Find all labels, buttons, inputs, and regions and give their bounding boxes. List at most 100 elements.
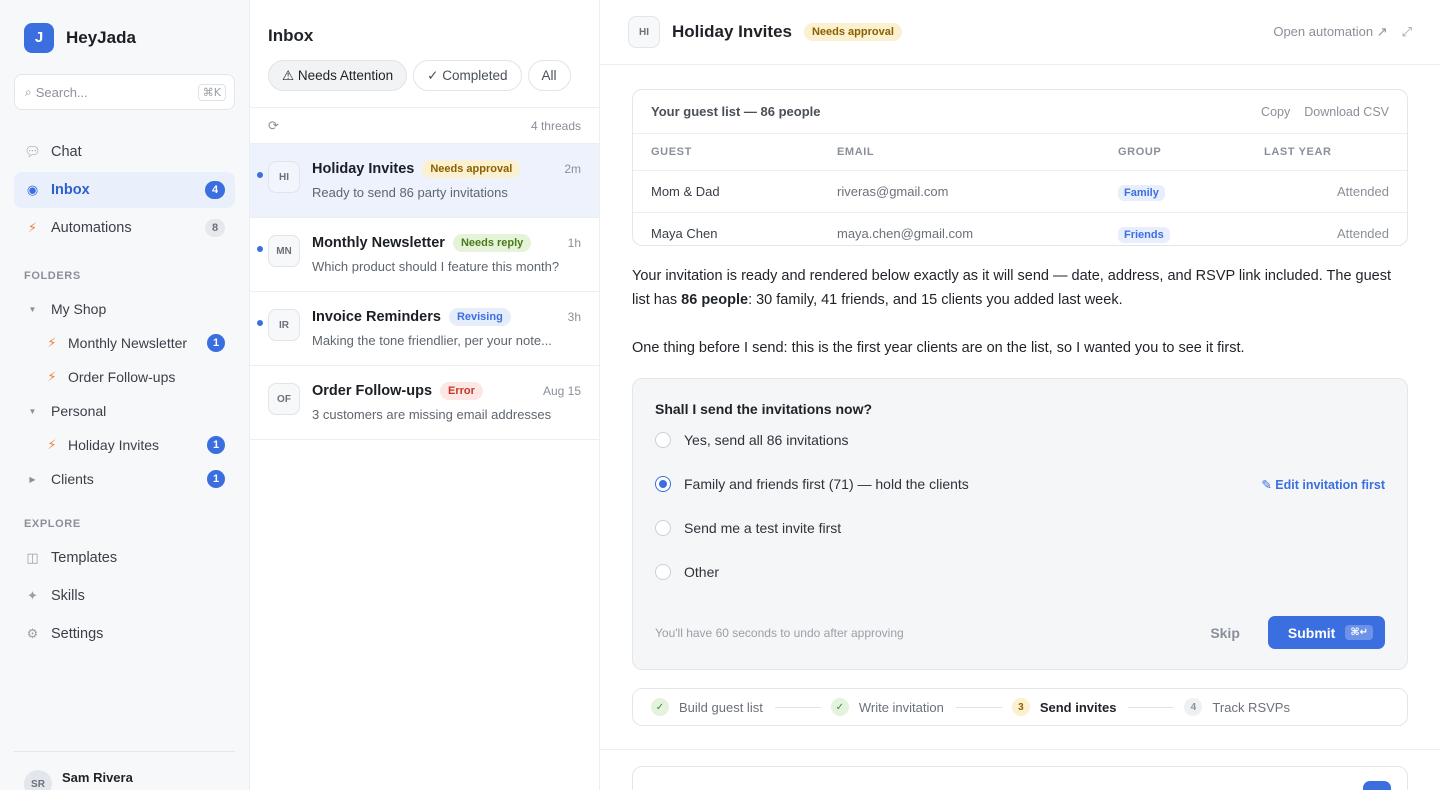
folder-item-holiday-invites[interactable]: ⚡︎ Holiday Invites 1 (14, 428, 235, 462)
header-avatar: HI (628, 16, 660, 48)
step-label: Track RSVPs (1212, 699, 1290, 715)
unread-badge: 1 (207, 470, 225, 488)
step-label: Write invitation (858, 699, 944, 715)
thread-avatar: MN (268, 235, 300, 267)
sparkle-icon: ✦ (27, 588, 38, 603)
option-label: Yes, send all 86 invitations (684, 432, 849, 448)
nav-item-label: Inbox (51, 182, 90, 198)
inbox-title: Inbox (268, 26, 314, 45)
radio-button[interactable] (655, 520, 671, 536)
thread-time: Aug 15 (542, 384, 581, 398)
skip-button[interactable]: Skip (1210, 625, 1240, 641)
nav-item-label: Settings (51, 626, 104, 642)
thread-name: Holiday Invites (312, 161, 415, 177)
message-composer[interactable]: ↑ (632, 766, 1408, 790)
radio-button[interactable] (655, 564, 671, 580)
inbox-icon: ◉ (26, 182, 39, 197)
guest-table: GUEST EMAIL GROUP LAST YEAR Mom & Dad ri… (633, 134, 1407, 245)
thread-preview: Making the tone friendlier, per your not… (312, 333, 552, 348)
folder-item-order-followups[interactable]: ⚡︎ Order Follow-ups (14, 360, 235, 394)
thread-name: Monthly Newsletter (312, 235, 445, 251)
copy-button[interactable]: Copy (1261, 105, 1290, 119)
user-name: Sam Rivera (62, 769, 133, 785)
edit-invitation-link[interactable]: ✎ Edit invitation first (1261, 477, 1385, 492)
thread-avatar: IR (268, 309, 300, 341)
filter-completed[interactable]: ✓ Completed (413, 60, 522, 91)
nav-item-skills[interactable]: ✦ Skills (14, 578, 235, 614)
folder-personal[interactable]: ▼ Personal (14, 394, 235, 428)
radio-button[interactable] (655, 432, 671, 448)
nav-item-chat[interactable]: 💬︎ Chat (14, 134, 235, 170)
column-header: LAST YEAR (1246, 134, 1407, 171)
undo-note: You'll have 60 seconds to undo after app… (655, 625, 904, 640)
search-shortcut: ⌘K (197, 83, 226, 101)
nav-item-label: Templates (51, 550, 118, 566)
expand-icon[interactable]: ⤢ (1402, 24, 1412, 40)
refresh-icon[interactable]: ⟳ (268, 118, 279, 134)
folder-item-monthly-newsletter[interactable]: ⚡︎ Monthly Newsletter 1 (14, 326, 235, 360)
send-arrow-icon[interactable]: ↑ (1363, 781, 1391, 790)
radio-button-selected[interactable] (655, 476, 671, 492)
message-bold: 86 people (681, 292, 749, 308)
search-icon: ⌕ (25, 84, 32, 99)
caret-right-icon[interactable]: ▶ (24, 475, 41, 484)
unread-badge: 1 (207, 436, 225, 454)
message-text: : 30 family, 41 friends, and 15 clients … (748, 292, 1123, 308)
status-badge: Needs reply (452, 234, 532, 252)
folder-item-label: Holiday Invites (68, 437, 160, 453)
thread-invoice-reminders[interactable]: IR Invoice Reminders Revising 3h Making … (250, 292, 599, 366)
step-number: 3 (1011, 698, 1030, 716)
folder-label: My Shop (51, 301, 107, 317)
question-title: Shall I send the invitations now? (655, 401, 873, 417)
message-text: One thing before I send: this is the fir… (632, 340, 1245, 356)
submit-button[interactable]: Submit ⌘↵ (1267, 616, 1385, 649)
step-number: 4 (1184, 698, 1203, 716)
bolt-icon: ⚡︎ (47, 437, 57, 452)
column-header: EMAIL (819, 134, 1100, 171)
conversation-panel: HI Holiday Invites Needs approval Open a… (600, 0, 1440, 790)
option-test-invite[interactable]: Send me a test invite first (655, 507, 1385, 549)
explore-heading: EXPLORE (24, 518, 81, 530)
nav-item-settings[interactable]: ⚙︎ Settings (14, 616, 235, 652)
filter-needs-attention[interactable]: ⚠ Needs Attention (268, 60, 408, 91)
submit-shortcut: ⌘↵ (1345, 625, 1373, 640)
caret-down-icon[interactable]: ▼ (24, 407, 41, 416)
download-csv-button[interactable]: Download CSV (1304, 105, 1389, 119)
inbox-count-badge: 4 (205, 181, 225, 199)
table-row: Mom & Dad riveras@gmail.com Family Atten… (633, 170, 1407, 213)
option-other[interactable]: Other (655, 551, 1385, 593)
bolt-icon: ⚡︎ (47, 335, 57, 350)
unread-badge: 1 (207, 334, 225, 352)
option-family-friends-first[interactable]: Family and friends first (71) — hold the… (655, 463, 1385, 505)
guest-name: Mom & Dad (633, 170, 819, 213)
thread-holiday-invites[interactable]: HI Holiday Invites Needs approval 2m Rea… (250, 144, 599, 218)
folder-my-shop[interactable]: ▼ My Shop (14, 292, 235, 326)
step-track-rsvps: 4 Track RSVPs (1184, 698, 1290, 716)
nav-item-templates[interactable]: ◫ Templates (14, 540, 235, 576)
folder-clients[interactable]: ▶ Clients 1 (14, 462, 235, 496)
search-input[interactable] (35, 84, 194, 100)
nav-item-inbox[interactable]: ◉ Inbox 4 (14, 172, 235, 208)
gear-icon: ⚙︎ (26, 626, 39, 641)
open-automation-link[interactable]: Open automation ↗ (1273, 24, 1387, 40)
filter-all[interactable]: All (527, 60, 571, 91)
thread-name: Order Follow-ups (312, 383, 433, 399)
option-send-all[interactable]: Yes, send all 86 invitations (655, 419, 1385, 461)
thread-order-followups[interactable]: OF Order Follow-ups Error Aug 15 3 custo… (250, 366, 599, 440)
thread-name: Invoice Reminders (312, 309, 441, 325)
nav-item-label: Chat (51, 144, 82, 160)
bolt-icon: ⚡︎ (47, 369, 57, 384)
nav-item-automations[interactable]: ⚡︎ Automations 8 (14, 210, 235, 246)
caret-down-icon[interactable]: ▼ (24, 305, 41, 314)
user-profile[interactable]: SR Sam Rivera (14, 751, 235, 790)
folder-item-label: Monthly Newsletter (68, 335, 188, 351)
thread-monthly-newsletter[interactable]: MN Monthly Newsletter Needs reply 1h Whi… (250, 218, 599, 292)
column-header: GUEST (633, 134, 819, 171)
inbox-filters: ⚠ Needs Attention ✓ Completed All (250, 48, 599, 94)
group-tag: Family (1118, 184, 1165, 201)
thread-preview: Ready to send 86 party invitations (312, 185, 508, 200)
status-badge: Error (440, 382, 483, 400)
search-box[interactable]: ⌕ ⌘K (14, 74, 235, 110)
folder-label: Personal (51, 403, 107, 419)
folders-heading: FOLDERS (24, 270, 81, 282)
